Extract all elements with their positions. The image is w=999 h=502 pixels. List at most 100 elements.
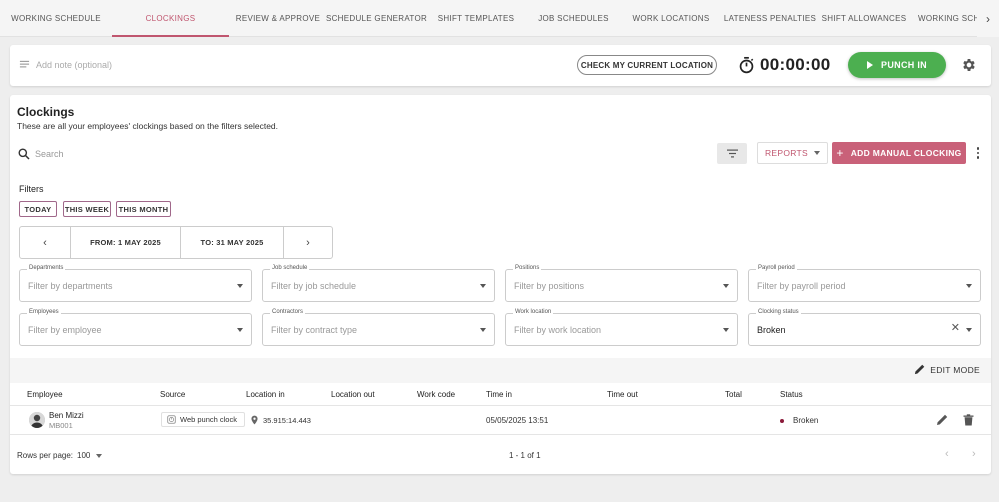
filter-lines-icon [726, 149, 738, 158]
edit-mode-button[interactable]: EDIT MODE [914, 364, 980, 375]
date-from[interactable]: FROM: 1 MAY 2025 [71, 227, 181, 258]
clear-icon[interactable]: ✕ [951, 323, 960, 334]
note-input[interactable] [36, 55, 336, 75]
tab-shift-allowances[interactable]: Shift Allowances [819, 0, 909, 37]
tabs-scroll-right-icon[interactable]: › [977, 0, 999, 37]
status-dot-icon [780, 418, 784, 423]
page-subtitle: These are all your employees' clockings … [17, 121, 279, 131]
column-time-in[interactable]: Time in [486, 390, 512, 399]
edit-mode-label: EDIT MODE [930, 364, 980, 375]
column-status[interactable]: Status [780, 390, 803, 399]
tab-lateness-penalties[interactable]: Lateness Penalties [721, 0, 819, 37]
date-prev-button[interactable]: ‹ [20, 227, 71, 258]
tab-job-schedules[interactable]: Job Schedules [526, 0, 621, 37]
column-source[interactable]: Source [160, 390, 185, 399]
search-icon [18, 148, 30, 160]
clocking-status-filter[interactable]: Clocking status Broken ✕ [748, 309, 981, 346]
employee-code: MB001 [49, 421, 73, 430]
job-schedule-filter[interactable]: Job schedule Filter by job schedule [262, 265, 495, 302]
reports-button[interactable]: REPORTS [757, 142, 828, 164]
edit-mode-bar: EDIT MODE [10, 358, 991, 383]
plus-icon: + [836, 146, 844, 160]
chevron-down-icon [814, 151, 821, 155]
clockings-card: Clockings These are all your employees' … [10, 95, 991, 474]
gear-icon[interactable] [961, 57, 977, 73]
clock-badge-icon [167, 415, 176, 424]
work-location-placeholder: Filter by work location [514, 325, 602, 335]
chevron-left-icon[interactable]: ‹ [945, 448, 949, 460]
payroll-period-filter[interactable]: Payroll period Filter by payroll period [748, 265, 981, 302]
column-total[interactable]: Total [725, 390, 742, 399]
add-manual-clocking-label: ADD MANUAL CLOCKING [850, 148, 962, 158]
chevron-down-icon [237, 328, 243, 332]
table-row[interactable]: Ben Mizzi MB001 Web punch clock 35.915:1… [10, 406, 991, 435]
clocking-status-label: Clocking status [756, 309, 801, 315]
quick-filter-this-month[interactable]: THIS MONTH [116, 201, 171, 217]
date-next-button[interactable]: › [284, 227, 332, 258]
notes-icon [19, 60, 30, 68]
column-work-code[interactable]: Work code [417, 390, 455, 399]
punch-clock-bar: CHECK MY CURRENT LOCATION 00:00:00 PUNCH… [10, 45, 991, 86]
chevron-down-icon [237, 284, 243, 288]
payroll-period-placeholder: Filter by payroll period [757, 281, 846, 291]
chevron-down-icon [966, 328, 972, 332]
map-pin-icon [251, 415, 258, 425]
punch-in-label: PUNCH IN [881, 60, 927, 70]
employees-filter[interactable]: Employees Filter by employee [19, 309, 252, 346]
quick-filter-this-week[interactable]: THIS WEEK [63, 201, 111, 217]
add-manual-clocking-button[interactable]: + ADD MANUAL CLOCKING [832, 142, 966, 164]
chevron-down-icon [966, 284, 972, 288]
search-input[interactable] [35, 145, 435, 163]
tab-work-locations[interactable]: Work Locations [621, 0, 721, 37]
rows-per-page-value: 100 [77, 451, 91, 460]
check-location-button[interactable]: CHECK MY CURRENT LOCATION [577, 55, 717, 75]
chevron-down-icon [723, 328, 729, 332]
filter-toggle-button[interactable] [717, 143, 747, 164]
table-header: Employee Source Location in Location out… [10, 383, 991, 406]
play-icon [867, 61, 874, 69]
tab-clockings[interactable]: Clockings [112, 0, 229, 37]
rows-per-page-select[interactable]: 100 [77, 451, 103, 460]
source-chip: Web punch clock [161, 412, 245, 427]
chevron-down-icon [480, 284, 486, 288]
contractors-filter[interactable]: Contractors Filter by contract type [262, 309, 495, 346]
work-location-filter[interactable]: Work location Filter by work location [505, 309, 738, 346]
employees-placeholder: Filter by employee [28, 325, 102, 335]
delete-trash-icon[interactable] [963, 414, 974, 426]
tab-schedule-generator[interactable]: Schedule Generator [326, 0, 427, 37]
tab-working-schedule-truncated[interactable]: Working Sche [909, 0, 977, 37]
column-time-out[interactable]: Time out [607, 390, 638, 399]
column-employee[interactable]: Employee [27, 390, 63, 399]
punch-in-button[interactable]: PUNCH IN [848, 52, 946, 78]
pencil-icon [915, 364, 925, 375]
top-tab-bar: Working Schedule Clockings Review & Appr… [0, 0, 999, 37]
location-in-cell[interactable]: 35.915:14.443 [251, 415, 311, 425]
more-options-icon[interactable] [973, 145, 983, 161]
work-location-label: Work location [513, 309, 554, 315]
positions-placeholder: Filter by positions [514, 281, 585, 291]
tab-review-approve[interactable]: Review & Approve [229, 0, 327, 37]
job-schedule-label: Job schedule [270, 265, 310, 271]
chevron-right-icon[interactable]: › [972, 448, 976, 460]
date-to[interactable]: TO: 31 MAY 2025 [181, 227, 284, 258]
contractors-placeholder: Filter by contract type [271, 325, 358, 335]
chevron-down-icon [480, 328, 486, 332]
source-label: Web punch clock [180, 415, 237, 424]
payroll-period-label: Payroll period [756, 265, 797, 271]
column-location-in[interactable]: Location in [246, 390, 285, 399]
tab-shift-templates[interactable]: Shift Templates [426, 0, 526, 37]
positions-filter[interactable]: Positions Filter by positions [505, 265, 738, 302]
pagination-count: 1 - 1 of 1 [509, 451, 541, 460]
positions-label: Positions [513, 265, 542, 271]
edit-row-pencil-icon[interactable] [936, 414, 948, 426]
quick-filter-today[interactable]: TODAY [19, 201, 57, 217]
reports-label: REPORTS [764, 148, 809, 158]
column-location-out[interactable]: Location out [331, 390, 375, 399]
chevron-right-icon: › [306, 236, 310, 249]
departments-filter[interactable]: Departments Filter by departments [19, 265, 252, 302]
date-range-picker: ‹ FROM: 1 MAY 2025 TO: 31 MAY 2025 › [19, 226, 333, 259]
location-in-value: 35.915:14.443 [263, 415, 311, 425]
departments-placeholder: Filter by departments [28, 281, 113, 291]
tab-working-schedule[interactable]: Working Schedule [0, 0, 112, 37]
page-title: Clockings [17, 105, 75, 119]
